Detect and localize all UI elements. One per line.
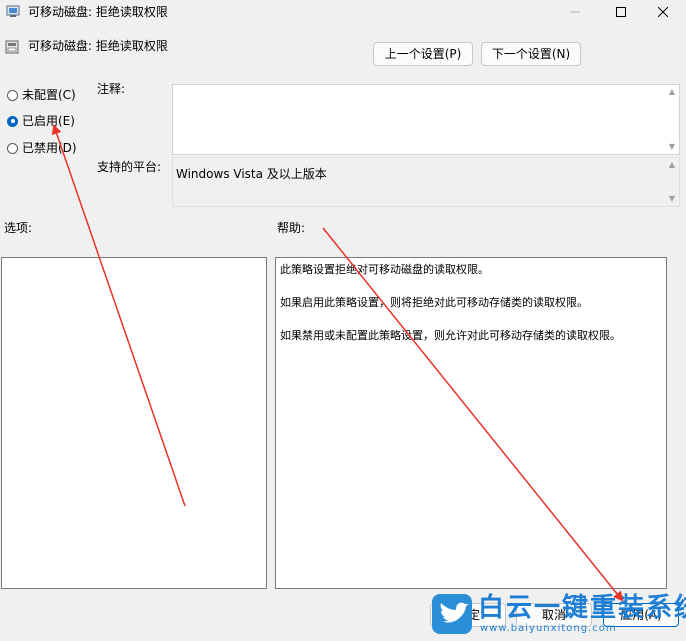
options-label: 选项: — [4, 221, 33, 235]
scroll-down-icon[interactable]: ▼ — [667, 142, 677, 152]
help-paragraph: 如果启用此策略设置，则将拒绝对此可移动存储类的读取权限。 — [280, 296, 588, 309]
policy-setting-icon — [5, 40, 19, 54]
scroll-up-icon[interactable]: ▲ — [667, 87, 677, 97]
comment-scrollbar[interactable]: ▲ ▼ — [665, 85, 679, 154]
help-paragraph: 如果禁用或未配置此策略设置，则允许对此可移动存储类的读取权限。 — [280, 329, 621, 342]
window-title: 可移动磁盘: 拒绝读取权限 — [28, 5, 168, 19]
watermark-url: www.baiyunxitong.com — [480, 623, 617, 634]
radio-circle-checked[interactable] — [7, 115, 18, 127]
watermark-title: 白云一键重装系统 — [478, 593, 686, 623]
next-setting-button[interactable]: 下一个设置(N) — [481, 42, 581, 66]
close-button[interactable] — [640, 0, 686, 24]
radio-label: 未配置(C) — [22, 88, 76, 102]
platform-field: ▲ ▼ — [172, 157, 680, 207]
radio-not-configured[interactable]: 未配置(C) — [7, 86, 76, 104]
scroll-down-icon[interactable]: ▼ — [667, 194, 677, 204]
help-text: 此策略设置拒绝对可移动磁盘的读取权限。 如果启用此策略设置，则将拒绝对此可移动存… — [280, 261, 662, 360]
platform-label: 支持的平台: — [97, 160, 162, 174]
close-icon — [658, 7, 668, 17]
help-label: 帮助: — [277, 221, 306, 235]
previous-setting-button[interactable]: 上一个设置(P) — [373, 42, 473, 66]
options-panel — [1, 257, 267, 589]
minimize-button[interactable] — [552, 0, 598, 24]
platform-value: Windows Vista 及以上版本 — [176, 167, 327, 181]
radio-circle[interactable] — [7, 89, 18, 101]
help-paragraph: 此策略设置拒绝对可移动磁盘的读取权限。 — [280, 263, 489, 276]
maximize-button[interactable] — [598, 0, 644, 24]
radio-circle[interactable] — [7, 142, 18, 154]
minimize-icon — [570, 11, 580, 13]
radio-disabled[interactable]: 已禁用(D) — [7, 139, 77, 157]
maximize-icon — [616, 7, 626, 17]
policy-title: 可移动磁盘: 拒绝读取权限 — [28, 39, 168, 53]
watermark: 白云一键重装系统 www.baiyunxitong.com — [432, 594, 686, 636]
radio-label: 已启用(E) — [22, 114, 75, 128]
radio-label: 已禁用(D) — [22, 141, 77, 155]
scroll-up-icon[interactable]: ▲ — [667, 160, 677, 170]
help-panel: 此策略设置拒绝对可移动磁盘的读取权限。 如果启用此策略设置，则将拒绝对此可移动存… — [275, 257, 667, 589]
policy-app-icon — [6, 5, 20, 17]
comment-label: 注释: — [97, 82, 126, 96]
platform-scrollbar[interactable]: ▲ ▼ — [665, 158, 679, 206]
bird-logo-icon — [432, 594, 472, 634]
radio-enabled[interactable]: 已启用(E) — [7, 112, 75, 130]
comment-textarea[interactable]: ▲ ▼ — [172, 84, 680, 155]
